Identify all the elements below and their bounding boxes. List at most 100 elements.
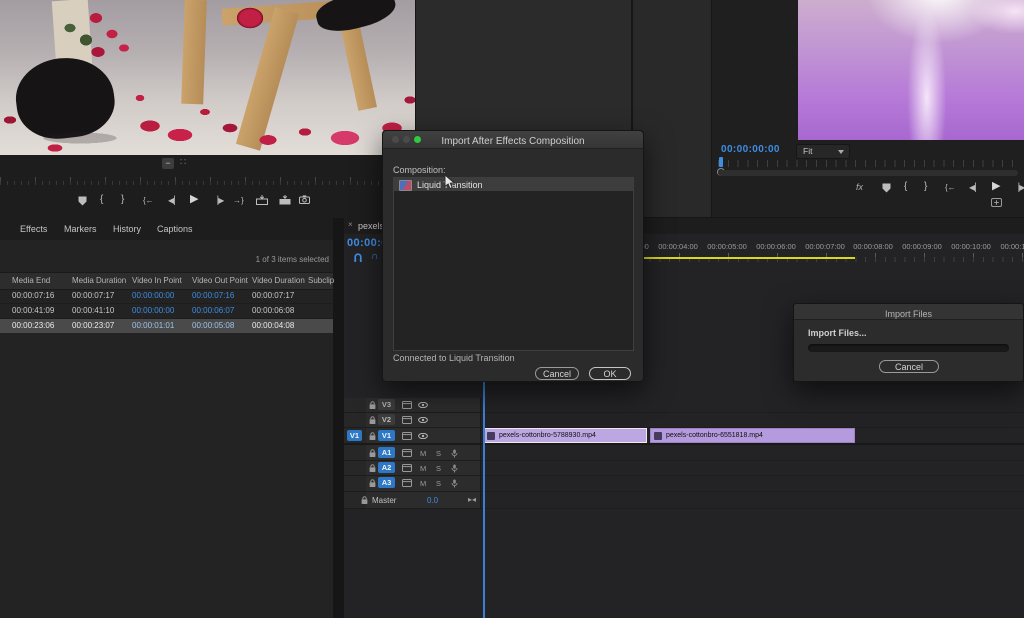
step-back-icon[interactable]: ◀▏ [969, 183, 981, 193]
program-playhead-marker[interactable] [719, 157, 723, 167]
column-video-out-point[interactable]: Video Out Point [192, 276, 248, 285]
cancel-button[interactable]: Cancel [879, 360, 939, 373]
voiceover-mic-icon[interactable] [451, 464, 458, 473]
table-row[interactable]: 00:00:07:16 00:00:07:17 00:00:00:00 00:0… [0, 289, 333, 304]
goto-in-icon[interactable]: {← [143, 196, 154, 206]
dialog-title-bar[interactable]: Import After Effects Composition [383, 131, 643, 149]
play-button-icon[interactable]: ▶ [190, 194, 198, 204]
mark-in-icon[interactable]: { [100, 195, 103, 205]
add-marker-icon[interactable] [78, 196, 87, 206]
track-output-eye-icon[interactable] [418, 433, 428, 439]
track-target-v1[interactable]: V1 [378, 430, 395, 441]
program-timecode[interactable]: 00:00:00:00 [721, 144, 780, 155]
track-output-eye-icon[interactable] [418, 402, 428, 408]
overwrite-icon[interactable] [279, 195, 291, 205]
lock-icon[interactable] [369, 416, 376, 425]
cell-video-in[interactable]: 00:00:00:00 [132, 306, 174, 315]
track-target-a3[interactable]: A3 [378, 477, 395, 488]
sync-lock-icon[interactable] [402, 464, 412, 472]
step-forward-icon[interactable]: ▕▶ [212, 196, 224, 206]
column-media-duration[interactable]: Media Duration [72, 276, 126, 285]
sync-lock-icon[interactable] [402, 401, 412, 409]
sync-lock-icon[interactable] [402, 432, 412, 440]
goto-out-icon[interactable]: →} [233, 196, 244, 206]
step-forward-icon[interactable]: ▕▶ [1013, 183, 1024, 193]
fit-sequence-icon[interactable]: ▸◂ [468, 495, 476, 504]
voiceover-mic-icon[interactable] [451, 449, 458, 458]
mute-button[interactable]: M [420, 464, 426, 473]
solo-button[interactable]: S [436, 479, 441, 488]
cell-video-out[interactable]: 00:00:07:16 [192, 291, 234, 300]
ruler-label: 00:00:04:00 [658, 242, 698, 251]
lock-icon[interactable] [361, 496, 368, 505]
table-row[interactable]: 00:00:41:09 00:00:41:10 00:00:00:00 00:0… [0, 304, 333, 319]
column-media-end[interactable]: Media End [12, 276, 50, 285]
sync-lock-icon[interactable] [402, 449, 412, 457]
track-target-a1[interactable]: A1 [378, 447, 395, 458]
sync-lock-icon[interactable] [402, 479, 412, 487]
close-icon[interactable]: × [348, 220, 353, 229]
tab-effects[interactable]: Effects [20, 224, 47, 234]
button-editor-icon[interactable] [991, 198, 1002, 207]
column-video-in-point[interactable]: Video In Point [132, 276, 182, 285]
solo-button[interactable]: S [436, 449, 441, 458]
close-window-button[interactable] [392, 136, 399, 143]
cell-video-out[interactable]: 00:00:06:07 [192, 306, 234, 315]
track-target-v2[interactable]: V2 [378, 414, 395, 425]
tab-captions[interactable]: Captions [157, 224, 193, 234]
mark-in-icon[interactable]: { [904, 182, 907, 192]
source-zoom-out-button[interactable]: − [162, 158, 174, 169]
mark-out-icon[interactable]: } [924, 182, 927, 192]
cell-video-in[interactable]: 00:00:01:01 [132, 321, 174, 330]
fx-badge-icon[interactable]: fx [856, 182, 863, 192]
program-video-frame[interactable] [798, 0, 1024, 140]
voiceover-mic-icon[interactable] [451, 479, 458, 488]
add-marker-icon[interactable] [882, 183, 891, 193]
zoom-level-dropdown[interactable]: Fit [796, 144, 850, 159]
master-gain-value[interactable]: 0.0 [427, 496, 438, 505]
composition-field-label: Composition: [393, 165, 446, 175]
cancel-button[interactable]: Cancel [535, 367, 579, 380]
minimize-window-button[interactable] [403, 136, 410, 143]
track-target-v3[interactable]: V3 [378, 399, 395, 410]
lock-icon[interactable] [369, 432, 376, 441]
composition-list[interactable]: Liquid Transition [393, 177, 634, 351]
lock-icon[interactable] [369, 401, 376, 410]
column-subclip[interactable]: Subclip [308, 276, 334, 285]
cell-video-out[interactable]: 00:00:05:08 [192, 321, 234, 330]
mark-out-icon[interactable]: } [121, 195, 124, 205]
lock-icon[interactable] [369, 449, 376, 458]
column-video-duration[interactable]: Video Duration [252, 276, 305, 285]
export-frame-camera-icon[interactable] [299, 195, 310, 204]
zoom-window-button[interactable] [414, 136, 421, 143]
lock-icon[interactable] [369, 464, 376, 473]
timeline-clip-selected[interactable]: pexels-cottonbro-5788930.mp4 [483, 428, 647, 443]
lock-icon[interactable] [369, 479, 376, 488]
scrollbar-grip-icon[interactable]: ∷ [180, 157, 186, 168]
insert-icon[interactable] [256, 195, 268, 205]
source-patch-v1[interactable]: V1 [347, 430, 362, 441]
play-button-icon[interactable]: ▶ [992, 181, 1000, 191]
dialog-title-bar[interactable]: Import Files [794, 304, 1023, 320]
timeline-clip[interactable]: pexels-cottonbro-6551818.mp4 [650, 428, 855, 443]
step-back-icon[interactable]: ◀▏ [168, 196, 180, 206]
mute-button[interactable]: M [420, 449, 426, 458]
solo-button[interactable]: S [436, 464, 441, 473]
table-header-row[interactable]: Media End Media Duration Video In Point … [0, 272, 333, 290]
track-target-a2[interactable]: A2 [378, 462, 395, 473]
program-scrollbar[interactable] [718, 170, 1018, 176]
tab-history[interactable]: History [113, 224, 141, 234]
program-time-ruler[interactable] [718, 160, 1018, 167]
cell-video-in[interactable]: 00:00:00:00 [132, 291, 174, 300]
ok-button[interactable]: OK [589, 367, 631, 380]
track-header-a3: A3 M S [344, 476, 480, 490]
goto-in-icon[interactable]: {← [945, 183, 956, 193]
table-row-selected[interactable]: 00:00:23:06 00:00:23:07 00:00:01:01 00:0… [0, 319, 333, 333]
source-video-frame[interactable] [0, 0, 415, 155]
ruler-label: 00:00:07:00 [805, 242, 845, 251]
mute-button[interactable]: M [420, 479, 426, 488]
track-output-eye-icon[interactable] [418, 417, 428, 423]
sync-lock-icon[interactable] [402, 416, 412, 424]
composition-list-item-selected[interactable]: Liquid Transition [394, 178, 633, 191]
tab-markers[interactable]: Markers [64, 224, 97, 234]
